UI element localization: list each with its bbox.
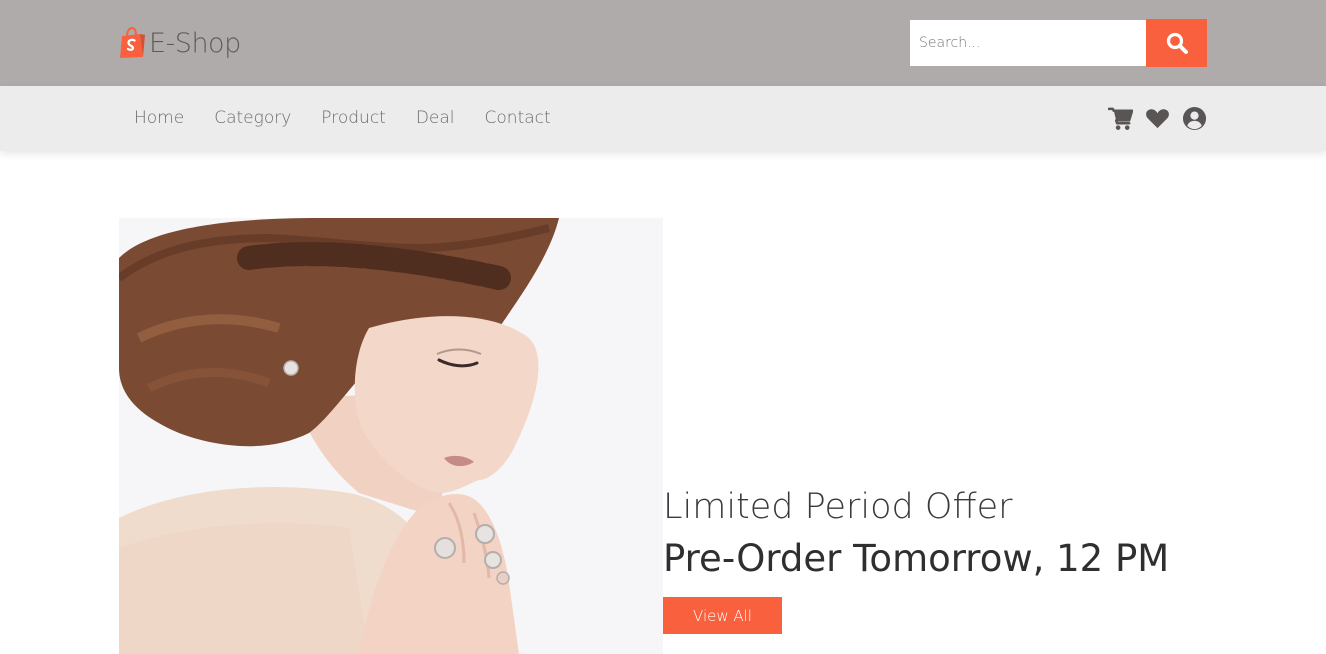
nav-item-product: Product [306,86,401,151]
nav-link-product[interactable]: Product [306,86,401,151]
shopify-bag-icon [120,27,145,58]
nav-item-home: Home [119,86,199,151]
brand-logo[interactable]: E-Shop [119,25,241,61]
nav-link-contact[interactable]: Contact [470,86,566,151]
user-circle-icon[interactable] [1182,106,1207,131]
main-navbar: Home Category Product Deal Contact [0,86,1326,151]
brand-name: E-Shop [149,27,241,59]
nav-link-deal[interactable]: Deal [401,86,470,151]
offer-title: Limited Period Offer [663,487,1013,527]
cart-icon[interactable] [1108,106,1133,131]
view-all-button[interactable]: View All [663,597,782,634]
search-input[interactable] [910,20,1146,66]
nav-item-deal: Deal [401,86,470,151]
hero-image [119,218,663,654]
hero-text: Limited Period Offer Pre-Order Tomorrow,… [663,486,1169,582]
nav-link-category[interactable]: Category [199,86,306,151]
heart-icon[interactable] [1145,106,1170,131]
top-header: E-Shop [0,0,1326,86]
nav-menu: Home Category Product Deal Contact [119,86,566,151]
search-button[interactable] [1146,19,1207,67]
nav-link-home[interactable]: Home [119,86,199,151]
offer-subtitle: Pre-Order Tomorrow, 12 PM [663,537,1170,580]
nav-item-contact: Contact [470,86,566,151]
nav-icon-group [1108,86,1207,151]
nav-item-category: Category [199,86,306,151]
model-photo [119,218,663,654]
search-icon [1166,32,1188,54]
